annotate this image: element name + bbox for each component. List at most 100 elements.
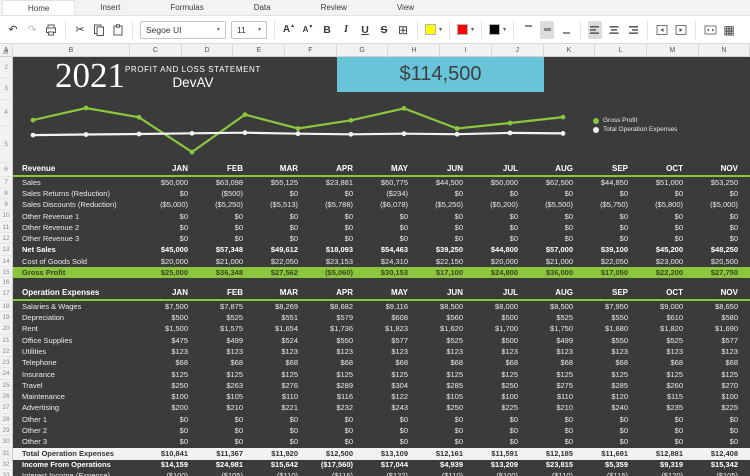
cell[interactable]: $7,500 — [140, 302, 195, 311]
row-header-27[interactable]: 27 — [0, 402, 12, 413]
column-header-m[interactable]: M — [647, 44, 699, 57]
row-label[interactable]: Travel — [13, 381, 140, 390]
cell[interactable]: $221 — [250, 403, 305, 412]
cell[interactable]: $608 — [360, 313, 415, 322]
cell[interactable]: $39,100 — [580, 245, 635, 254]
cell[interactable]: $0 — [635, 415, 690, 424]
cell[interactable]: $0 — [305, 234, 360, 243]
cell[interactable]: $25,000 — [140, 268, 195, 277]
column-header-k[interactable]: K — [544, 44, 596, 57]
cell[interactable]: $232 — [305, 403, 360, 412]
column-header-g[interactable]: G — [337, 44, 389, 57]
cell[interactable]: $27,562 — [250, 268, 305, 277]
cell[interactable]: $68 — [525, 358, 580, 367]
tab-data[interactable]: Data — [229, 0, 296, 15]
cell[interactable]: $579 — [305, 313, 360, 322]
cell[interactable]: $18,093 — [305, 245, 360, 254]
row-header-17[interactable]: 17 — [0, 287, 12, 301]
cell[interactable]: $116 — [305, 392, 360, 401]
cell[interactable]: $22,050 — [580, 257, 635, 266]
cell[interactable]: ($5,200) — [470, 200, 525, 209]
cell[interactable]: ($105) — [690, 471, 745, 476]
cell[interactable]: $21,000 — [195, 257, 250, 266]
cell[interactable]: $250 — [470, 381, 525, 390]
cell[interactable]: $1,823 — [360, 324, 415, 333]
cell[interactable]: $36,348 — [195, 268, 250, 277]
cell[interactable]: $0 — [525, 234, 580, 243]
cell[interactable]: $53,250 — [690, 178, 745, 187]
cell[interactable]: $0 — [580, 234, 635, 243]
cell[interactable]: $123 — [360, 347, 415, 356]
cell[interactable]: $0 — [305, 189, 360, 198]
column-header-f[interactable]: F — [285, 44, 337, 57]
cell[interactable]: $63,098 — [195, 178, 250, 187]
cell[interactable]: $610 — [635, 313, 690, 322]
cell[interactable]: $14,159 — [140, 460, 195, 469]
net-income-kpi[interactable]: $114,500 — [337, 57, 544, 92]
cell[interactable]: $550 — [305, 336, 360, 345]
cell[interactable]: $125 — [525, 370, 580, 379]
cell[interactable]: $8,500 — [525, 302, 580, 311]
cell[interactable]: $1,575 — [195, 324, 250, 333]
cell[interactable]: $0 — [415, 189, 470, 198]
cell[interactable]: $62,500 — [525, 178, 580, 187]
cell[interactable]: $120 — [580, 392, 635, 401]
decrease-font-icon[interactable]: A▼ — [301, 21, 315, 39]
cell[interactable]: $0 — [580, 189, 635, 198]
cell[interactable]: $125 — [140, 370, 195, 379]
cell[interactable]: $0 — [360, 426, 415, 435]
column-header-e[interactable]: E — [233, 44, 285, 57]
cell[interactable]: $0 — [580, 212, 635, 221]
cell[interactable]: $580 — [690, 313, 745, 322]
cell[interactable]: $123 — [635, 347, 690, 356]
cell[interactable]: $0 — [195, 437, 250, 446]
row-header-10[interactable]: 10 — [0, 210, 12, 221]
cell[interactable]: $0 — [635, 437, 690, 446]
row-label[interactable]: Total Operation Expenses — [13, 449, 140, 458]
cell[interactable]: $12,185 — [525, 449, 580, 458]
cell[interactable]: $22,050 — [250, 257, 305, 266]
cell[interactable]: $8,269 — [250, 302, 305, 311]
cell[interactable]: $0 — [470, 415, 525, 424]
tab-home[interactable]: Home — [2, 0, 75, 15]
cell[interactable]: $23,000 — [635, 257, 690, 266]
cell[interactable]: $1,690 — [690, 324, 745, 333]
cell[interactable]: $525 — [525, 313, 580, 322]
cell[interactable]: $0 — [525, 415, 580, 424]
row-header-26[interactable]: 26 — [0, 391, 12, 402]
cell[interactable]: ($110) — [250, 471, 305, 476]
cell[interactable]: ($5,060) — [305, 268, 360, 277]
cell[interactable]: $500 — [470, 313, 525, 322]
cell[interactable]: $550 — [580, 336, 635, 345]
cell[interactable]: $68 — [470, 358, 525, 367]
cell[interactable]: $15,642 — [250, 460, 305, 469]
cell[interactable]: $235 — [635, 403, 690, 412]
cell[interactable]: $0 — [525, 212, 580, 221]
cell[interactable]: $49,612 — [250, 245, 305, 254]
cell[interactable]: ($100) — [140, 471, 195, 476]
cell[interactable]: $20,000 — [140, 257, 195, 266]
cell[interactable]: $0 — [690, 223, 745, 232]
paste-icon[interactable] — [111, 21, 125, 39]
row-header-2[interactable]: 2 — [0, 57, 12, 78]
row-header-14[interactable]: 14 — [0, 256, 12, 267]
row-label[interactable]: Other Revenue 2 — [13, 223, 140, 232]
cell[interactable]: $45,200 — [635, 245, 690, 254]
cell[interactable]: $50,000 — [140, 178, 195, 187]
cell[interactable]: $260 — [635, 381, 690, 390]
cell[interactable]: $304 — [360, 381, 415, 390]
cell[interactable]: $105 — [415, 392, 470, 401]
cell[interactable]: $525 — [415, 336, 470, 345]
cell[interactable]: $17,044 — [360, 460, 415, 469]
cell[interactable]: $243 — [360, 403, 415, 412]
cell[interactable]: $0 — [140, 415, 195, 424]
cell[interactable]: $9,319 — [635, 460, 690, 469]
cell[interactable]: $0 — [360, 223, 415, 232]
cell[interactable]: $500 — [140, 313, 195, 322]
cell[interactable]: $0 — [690, 234, 745, 243]
cell[interactable]: $54,463 — [360, 245, 415, 254]
cell[interactable]: $225 — [690, 403, 745, 412]
cell[interactable]: $23,881 — [305, 178, 360, 187]
cell[interactable]: $11,920 — [250, 449, 305, 458]
row-label[interactable]: Rent — [13, 324, 140, 333]
